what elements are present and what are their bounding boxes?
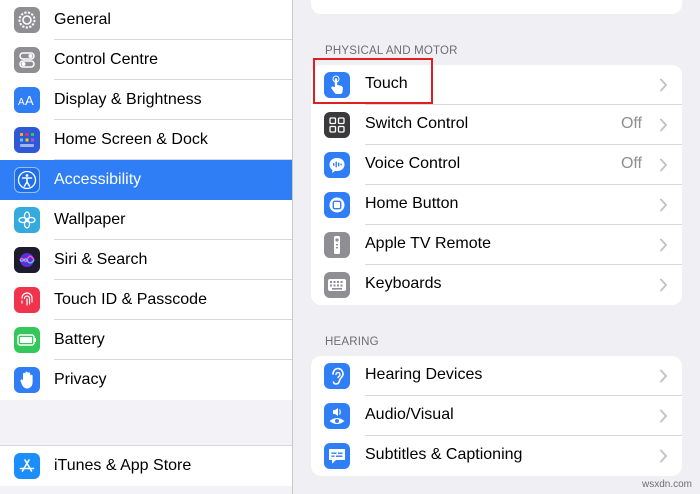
- chevron-right-icon: [660, 449, 667, 463]
- text-size-icon: AA: [14, 87, 40, 113]
- sidebar-item-battery[interactable]: Battery: [0, 320, 292, 360]
- row-label: Hearing Devices: [365, 366, 483, 383]
- physical-motor-group: Touch Switch Control Off Voice Control O…: [311, 65, 682, 305]
- accessibility-icon: [14, 167, 40, 193]
- sidebar-item-label: General: [54, 11, 111, 28]
- sidebar-item-home-screen-dock[interactable]: Home Screen & Dock: [0, 120, 292, 160]
- svg-text:A: A: [18, 97, 25, 107]
- row-value: Off: [620, 115, 642, 132]
- chevron-right-icon: [660, 158, 667, 172]
- chevron-right-icon: [660, 238, 667, 252]
- chevron-right-icon: [660, 409, 667, 423]
- battery-icon: [14, 327, 40, 353]
- sidebar-item-label: Privacy: [54, 371, 107, 388]
- row-label: Subtitles & Captioning: [365, 446, 523, 463]
- sidebar-item-label: Control Centre: [54, 51, 159, 68]
- row-label: Switch Control: [365, 115, 469, 132]
- row-switch-control[interactable]: Switch Control Off: [311, 105, 682, 145]
- section-header-physical-motor: PHYSICAL AND MOTOR: [325, 45, 458, 57]
- row-label: Keyboards: [365, 275, 442, 292]
- sidebar-item-label: Touch ID & Passcode: [54, 291, 207, 308]
- flower-icon: [14, 207, 40, 233]
- sidebar-item-itunes-app-store[interactable]: iTunes & App Store: [0, 446, 292, 486]
- sidebar-item-touch-id-passcode[interactable]: Touch ID & Passcode: [0, 280, 292, 320]
- sidebar-item-label: Wallpaper: [54, 211, 126, 228]
- svg-text:A: A: [25, 93, 34, 107]
- section-header-hearing: HEARING: [325, 336, 379, 348]
- hearing-group: Hearing Devices Audio/Visual Subtitles &…: [311, 356, 682, 476]
- captions-icon: [324, 443, 350, 469]
- sidebar-item-label: Home Screen & Dock: [54, 131, 208, 148]
- sidebar-item-label: Display & Brightness: [54, 91, 202, 108]
- chevron-right-icon: [660, 118, 667, 132]
- sidebar-item-accessibility[interactable]: Accessibility: [0, 160, 292, 200]
- row-apple-tv-remote[interactable]: Apple TV Remote: [311, 225, 682, 265]
- gear-icon: [14, 7, 40, 33]
- sidebar-item-label: Battery: [54, 331, 105, 348]
- sidebar-item-privacy[interactable]: Privacy: [0, 360, 292, 400]
- toggles-icon: [14, 47, 40, 73]
- row-label: Touch: [365, 75, 408, 92]
- chevron-right-icon: [660, 278, 667, 292]
- row-touch[interactable]: Touch: [311, 65, 682, 105]
- row-keyboards[interactable]: Keyboards: [311, 265, 682, 305]
- row-voice-control[interactable]: Voice Control Off: [311, 145, 682, 185]
- ear-icon: [324, 363, 350, 389]
- sidebar-item-label: Accessibility: [54, 171, 142, 188]
- sidebar-item-label: Siri & Search: [54, 251, 148, 268]
- row-value: Off: [620, 155, 642, 172]
- sidebar-item-control-centre[interactable]: Control Centre: [0, 40, 292, 80]
- row-subtitles-captioning[interactable]: Subtitles & Captioning: [311, 436, 682, 476]
- siri-icon: [14, 247, 40, 273]
- sidebar-group-store: iTunes & App Store: [0, 445, 292, 486]
- voice-control-icon: [324, 152, 350, 178]
- hand-point-icon: [324, 72, 350, 98]
- row-label: Apple TV Remote: [365, 235, 491, 252]
- sidebar-item-display-brightness[interactable]: AA Display & Brightness: [0, 80, 292, 120]
- row-label: Home Button: [365, 195, 459, 212]
- accessibility-detail-pane: PHYSICAL AND MOTOR Touch Switch Control …: [293, 0, 700, 494]
- remote-icon: [324, 232, 350, 258]
- row-home-button[interactable]: Home Button: [311, 185, 682, 225]
- sidebar-item-siri-search[interactable]: Siri & Search: [0, 240, 292, 280]
- settings-sidebar: General Control Centre AA Display & Brig…: [0, 0, 293, 494]
- hand-icon: [14, 367, 40, 393]
- app-grid-icon: [14, 127, 40, 153]
- watermark: wsxdn.com: [641, 479, 692, 490]
- keyboard-icon: [324, 272, 350, 298]
- chevron-right-icon: [660, 369, 667, 383]
- chevron-right-icon: [660, 198, 667, 212]
- sidebar-group-main: General Control Centre AA Display & Brig…: [0, 0, 292, 400]
- fingerprint-icon: [14, 287, 40, 313]
- previous-section-card: [311, 0, 682, 14]
- chevron-right-icon: [660, 78, 667, 92]
- app-store-icon: [14, 453, 40, 479]
- sidebar-item-label: iTunes & App Store: [54, 457, 192, 474]
- audio-visual-icon: [324, 403, 350, 429]
- sidebar-item-wallpaper[interactable]: Wallpaper: [0, 200, 292, 240]
- row-label: Voice Control: [365, 155, 461, 172]
- switch-grid-icon: [324, 112, 350, 138]
- home-button-icon: [324, 192, 350, 218]
- row-audio-visual[interactable]: Audio/Visual: [311, 396, 682, 436]
- row-label: Audio/Visual: [365, 406, 454, 423]
- sidebar-item-general[interactable]: General: [0, 0, 292, 40]
- row-hearing-devices[interactable]: Hearing Devices: [311, 356, 682, 396]
